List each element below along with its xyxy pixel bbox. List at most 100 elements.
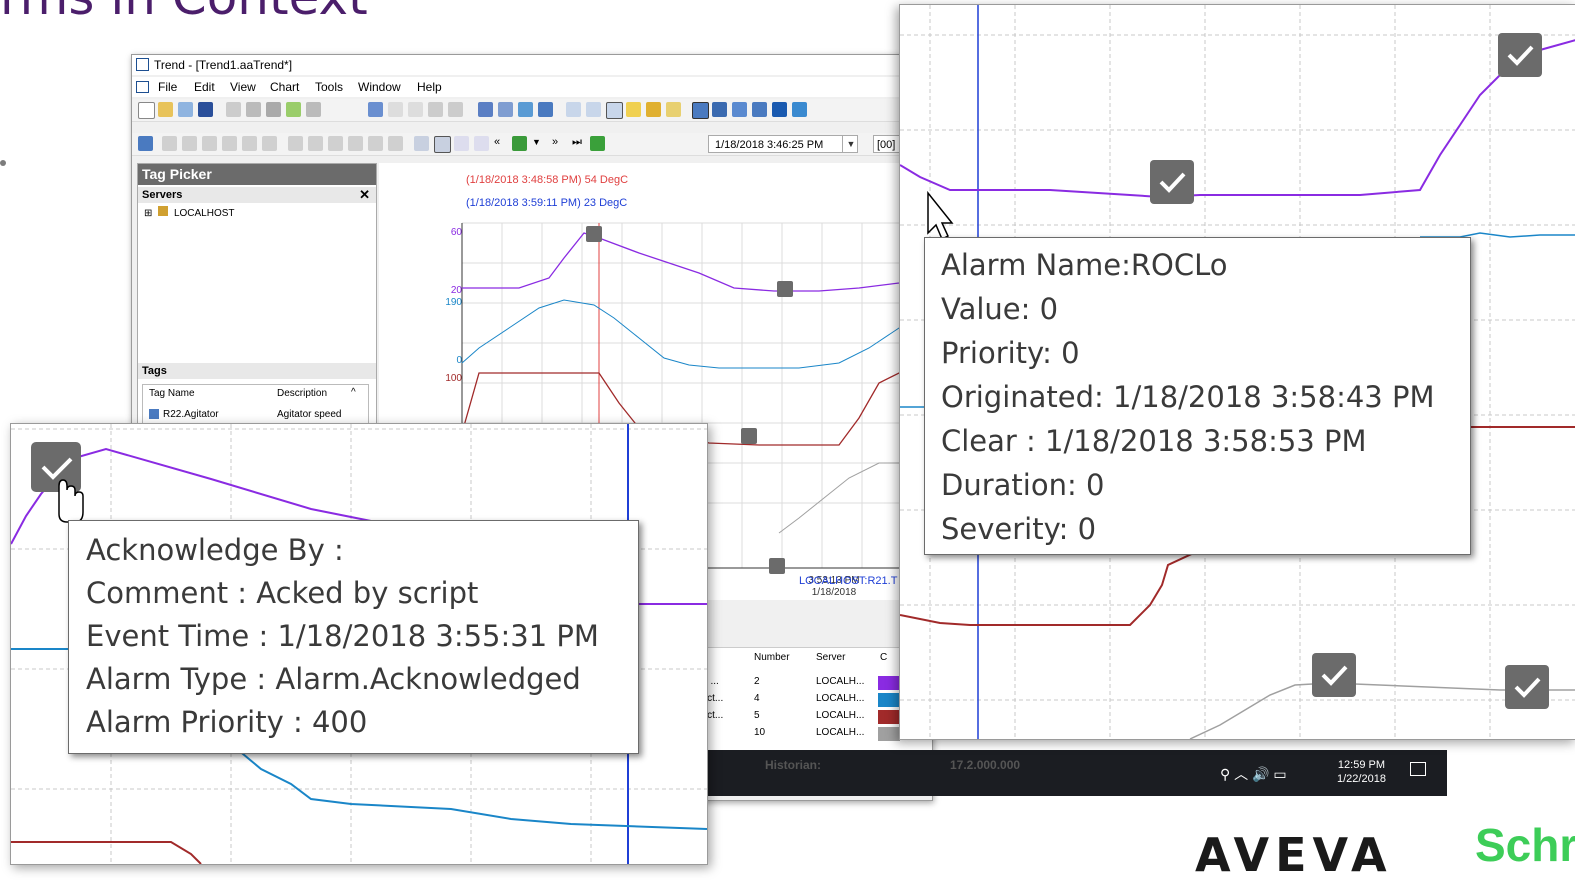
menu-window[interactable]: Window <box>358 77 401 97</box>
calendar-dropdown-icon[interactable]: ▼ <box>842 136 859 152</box>
scale-icon-5[interactable] <box>242 136 257 151</box>
notification-icon[interactable] <box>1410 762 1426 776</box>
tag-icon <box>149 409 159 419</box>
grid-icon[interactable] <box>692 102 709 119</box>
footer-server-label: LOCALHOST:R21.T <box>799 575 898 587</box>
annotation-icon[interactable] <box>626 102 641 117</box>
y-tick-blue-190: 190 <box>445 297 462 308</box>
export-icon[interactable] <box>538 102 553 117</box>
play-dropdown-icon[interactable]: ▼ <box>532 137 541 147</box>
print-icon[interactable] <box>226 102 241 117</box>
scale-icon-6[interactable] <box>262 136 277 151</box>
close-icon[interactable]: ✕ <box>359 187 370 203</box>
redo-icon[interactable] <box>388 102 403 117</box>
legend-swatch <box>878 693 900 707</box>
slide-title: rms in Context <box>0 0 368 26</box>
menu-bar: File Edit View Chart Tools Window Help <box>132 77 932 97</box>
trend-chart-icon[interactable] <box>606 102 623 119</box>
scale-icon-2[interactable] <box>182 136 197 151</box>
tag-list-icon[interactable] <box>478 102 493 117</box>
scale-icon[interactable] <box>162 136 177 151</box>
legend-row[interactable]: eact... 5 LOCALH... <box>692 710 932 726</box>
cut-icon[interactable] <box>408 102 423 117</box>
zoom-right-ack-marker-3 <box>1312 653 1356 697</box>
legend-col-color[interactable]: C <box>880 652 887 663</box>
tag-picker-title: Tag Picker <box>138 164 376 185</box>
tag-picker-icon[interactable] <box>518 102 533 117</box>
zoom-box-icon[interactable] <box>414 136 429 151</box>
scale-icon-3[interactable] <box>202 136 217 151</box>
copy-icon[interactable] <box>428 102 443 117</box>
ack-priority-line: Alarm Priority : 400 <box>86 705 368 739</box>
legend-row[interactable]: tor ... 2 LOCALH... <box>692 676 932 692</box>
system-clock[interactable]: 12:59 PM 1/22/2018 <box>1337 758 1386 786</box>
time-scale-icon-5[interactable] <box>368 136 383 151</box>
play-icon[interactable] <box>512 136 527 151</box>
tree-icon[interactable] <box>138 136 153 151</box>
col-description[interactable]: Description <box>277 388 327 399</box>
undo-icon[interactable] <box>368 102 383 117</box>
y-tick-purple-20: 20 <box>451 285 463 296</box>
legend-number: 4 <box>754 693 760 704</box>
end-icon[interactable]: ⏭ <box>572 136 582 149</box>
legend-number: 5 <box>754 710 760 721</box>
time-scale-icon-2[interactable] <box>308 136 323 151</box>
alarm-duration-line: Duration: 0 <box>941 468 1105 502</box>
properties-icon[interactable] <box>498 102 513 117</box>
taskbar: Historian: 17.2.000.000 ⚲ ︿ 🔊 ▭ 12:59 PM… <box>705 750 1447 796</box>
highlight-icon[interactable] <box>646 102 661 117</box>
scale-icon-4[interactable] <box>222 136 237 151</box>
rewind-icon[interactable]: « <box>494 136 500 148</box>
tag-name-cell[interactable]: R22.Agitator <box>163 409 219 420</box>
time-scale-icon[interactable] <box>288 136 303 151</box>
alarm-clear-line: Clear : 1/18/2018 3:58:53 PM <box>941 424 1367 458</box>
time-scale-icon-3[interactable] <box>328 136 343 151</box>
xy-chart-icon[interactable] <box>566 102 581 117</box>
table-icon[interactable] <box>732 102 747 117</box>
open-icon[interactable] <box>158 102 173 117</box>
col-tag-name[interactable]: Tag Name <box>149 388 195 399</box>
forward-icon[interactable]: » <box>552 136 558 148</box>
legend-row[interactable]: eact... 4 LOCALH... <box>692 693 932 709</box>
refresh-icon[interactable] <box>286 102 301 117</box>
legend-col-server[interactable]: Server <box>816 652 845 663</box>
time-scale-icon-6[interactable] <box>388 136 403 151</box>
pencil-icon[interactable] <box>666 102 681 117</box>
expand-icon[interactable]: ⊞ <box>144 208 152 219</box>
legend-row[interactable]: 2 10 LOCALH... <box>692 727 932 743</box>
live-refresh-icon[interactable] <box>590 136 605 151</box>
menu-view[interactable]: View <box>230 77 256 97</box>
sort-up-icon: ^ <box>351 387 356 398</box>
new-icon[interactable] <box>138 102 155 119</box>
line-chart-icon[interactable] <box>586 102 601 117</box>
tray-icons[interactable]: ⚲ ︿ 🔊 ▭ <box>1220 764 1287 784</box>
save-icon[interactable] <box>198 102 213 117</box>
menu-chart[interactable]: Chart <box>270 77 299 97</box>
layout-icon[interactable] <box>752 102 767 117</box>
x-tick-date: 1/18/2018 <box>812 587 857 598</box>
cursor-icon[interactable] <box>712 102 727 117</box>
zoom-in-icon[interactable] <box>454 136 469 151</box>
ack-marker-2 <box>777 281 793 297</box>
y-tick-purple-60: 60 <box>451 227 463 238</box>
menu-edit[interactable]: Edit <box>194 77 215 97</box>
paste-icon[interactable] <box>448 102 463 117</box>
pin-icon[interactable] <box>306 102 321 117</box>
document-icon <box>136 81 149 93</box>
panel-icon[interactable] <box>792 102 807 117</box>
print-preview-icon[interactable] <box>246 102 261 117</box>
time-scale-icon-4[interactable] <box>348 136 363 151</box>
menu-file[interactable]: File <box>158 77 177 97</box>
menu-help[interactable]: Help <box>417 77 442 97</box>
legend-col-number[interactable]: Number <box>754 652 790 663</box>
window-icon[interactable] <box>772 102 787 117</box>
server-tree-node[interactable]: ⊞ LOCALHOST <box>144 206 235 219</box>
alarm-name-line: Alarm Name:ROCLo <box>941 248 1228 282</box>
zoom-select-icon[interactable] <box>434 136 451 153</box>
email-icon[interactable] <box>178 102 193 117</box>
alarm-originated-line: Originated: 1/18/2018 3:58:43 PM <box>941 380 1435 414</box>
zoom-out-icon[interactable] <box>474 136 489 151</box>
start-time-input[interactable]: 1/18/2018 3:46:25 PM <box>708 135 858 153</box>
printer-icon[interactable] <box>266 102 281 117</box>
menu-tools[interactable]: Tools <box>315 77 343 97</box>
